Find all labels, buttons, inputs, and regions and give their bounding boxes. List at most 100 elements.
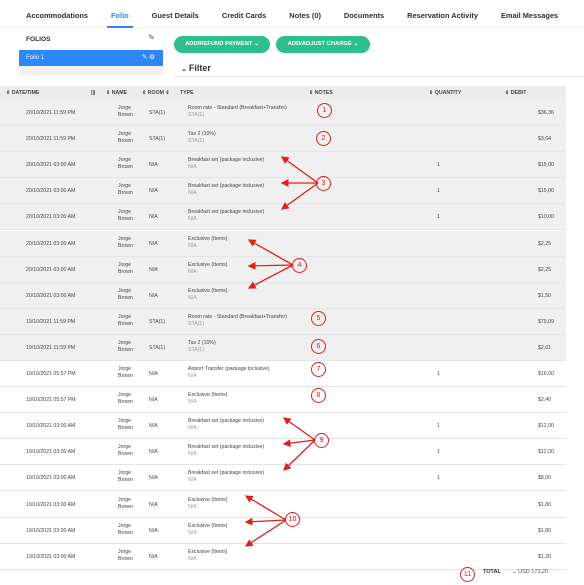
cell-first-name: Jorge [118, 366, 131, 372]
col-room[interactable]: ⇕ ROOM ⇕ [142, 86, 170, 100]
table-row[interactable]: 19/10/2021 03:00 AM Jorge Brown N/A Exclusiv… [0, 491, 566, 518]
folio-list-item[interactable]: Folio 1 ✎ ⚙ [19, 50, 163, 66]
folios-heading: FOLIOS [26, 36, 51, 43]
cell-room: N/A [149, 475, 158, 482]
cell-last-name: Brown [118, 373, 133, 379]
cell-last-name: Brown [118, 399, 133, 406]
cell-last-name: Brown [118, 190, 133, 197]
cell-datetime: 19/10/2021 11:59 PM [26, 318, 76, 325]
cell-first-name: Jorge [118, 548, 131, 555]
cell-debit: $10,00 [538, 214, 554, 221]
cell-quantity: 1 [437, 423, 440, 430]
tab-reservation-activity[interactable]: Reservation Activity [407, 0, 478, 28]
chevron-down-icon: ⌄ [353, 41, 359, 47]
pencil-icon[interactable]: ✎ [142, 54, 147, 61]
col-debit[interactable]: ⇕ DEBIT [505, 86, 526, 100]
table-row[interactable]: 20/10/2021 03:00 AM Jorge Brown N/A Breakfas… [0, 152, 566, 179]
tab-notes[interactable]: Notes (0) [289, 0, 321, 28]
cell-datetime: 19/10/2021 03:00 AM [26, 475, 76, 482]
callout-1: 1 [317, 103, 332, 118]
cell-first-name: Jorge [118, 183, 131, 190]
cell-first-name: Jorge [118, 496, 131, 503]
cell-first-name: Jorge [118, 418, 131, 425]
table-row[interactable]: 19/10/2021 11:59 PM Jorge Brown STA(1) Tax 2… [0, 334, 566, 361]
table-row[interactable]: 20/10/2021 03:00 AM Jorge Brown N/A Exclusiv… [0, 230, 566, 257]
tab-documents[interactable]: Documents [344, 0, 384, 28]
col-type[interactable]: TYPE [180, 86, 194, 100]
cell-last-name: Brown [118, 216, 133, 223]
cell-room: N/A [149, 501, 158, 508]
cell-type-sub: N/A [188, 555, 197, 562]
col-datetime[interactable]: ⇕ DATE/TIME [6, 86, 39, 100]
callout-10: 10 [285, 512, 300, 527]
cell-datetime: 19/10/2021 05:57 PM [26, 371, 76, 377]
chevron-down-icon: ⌄ [512, 569, 517, 575]
table-row[interactable]: 20/10/2021 03:00 AM Jorge Brown N/A Breakfas… [0, 178, 566, 205]
table-row[interactable]: 19/10/2021 05:57 PM Jorge Brown N/A Exclusiv… [0, 387, 566, 414]
cell-room: STA(1) [149, 110, 166, 116]
cell-room: N/A [149, 527, 158, 534]
table-row[interactable]: 19/10/2021 03:00 AM Jorge Brown N/A Exclusiv… [0, 517, 566, 544]
tab-credit-cards[interactable]: Credit Cards [222, 0, 266, 28]
cell-type-sub: STA(1) [188, 112, 205, 118]
cell-type: Exclusive (Items) [188, 287, 228, 294]
filter-divider [174, 76, 584, 77]
col-notes[interactable]: ⇕ NOTES [309, 86, 333, 100]
cell-type: Exclusive (Items) [188, 235, 228, 242]
folio-list-spacer [19, 66, 163, 75]
table-row[interactable]: 19/10/2021 05:57 PM Jorge Brown N/A Airport … [0, 361, 566, 387]
callout-7: 7 [311, 362, 326, 377]
table-row[interactable]: 20/10/2021 03:00 AM Jorge Brown N/A Exclusiv… [0, 256, 566, 283]
cell-debit: $2,40 [538, 397, 551, 404]
add-refund-payment-label: ADD/REFUND PAYMENT [185, 41, 253, 47]
table-row[interactable]: 19/10/2021 03:00 AM Jorge Brown N/A Breakfas… [0, 413, 566, 440]
col-name-label: NAME [111, 90, 128, 96]
filter-label: Filter [188, 63, 211, 73]
cell-last-name: Brown [118, 320, 133, 327]
table-row[interactable]: 19/10/2021 03:00 AM Jorge Brown N/A Breakfas… [0, 465, 566, 492]
col-datetime-label: DATE/TIME [11, 90, 40, 96]
gear-icon[interactable]: ⚙ [149, 54, 155, 61]
table-row[interactable]: 19/10/2021 11:59 PM Jorge Brown STA(1) Room … [0, 308, 566, 335]
tab-email-messages[interactable]: Email Messages [501, 0, 558, 28]
folio-page: Accommodations Folio Guest Details Credi… [0, 0, 584, 585]
table-row[interactable]: 20/10/2021 11:59 PM Jorge Brown STA(1) Tax 2… [0, 126, 566, 153]
cell-type: Breakfast set (package inclusive) [188, 470, 265, 477]
table-row[interactable]: 19/10/2021 03:00 AM Jorge Brown N/A Breakfas… [0, 439, 566, 466]
add-adjust-charge-button[interactable]: ADD/ADJUST CHARGE ⌄ [276, 36, 370, 53]
callout-2: 2 [316, 131, 331, 146]
pencil-icon[interactable]: ✎ [148, 33, 155, 42]
table-row[interactable]: 20/10/2021 11:59 PM Jorge Brown STA(1) Room … [0, 100, 566, 126]
cell-debit: $16,00 [538, 371, 554, 377]
col-quantity[interactable]: ⇕ QUANTITY [429, 86, 461, 100]
tab-folio[interactable]: Folio [107, 0, 133, 28]
cell-last-name: Brown [118, 112, 133, 118]
cell-debit: $2,01 [538, 344, 551, 351]
tab-bar: Accommodations Folio Guest Details Credi… [0, 0, 584, 28]
cell-last-name: Brown [118, 268, 133, 275]
cell-type-sub: STA(1) [188, 138, 205, 145]
tab-guest-details[interactable]: Guest Details [152, 0, 199, 28]
col-name[interactable]: ⇕ NAME [106, 86, 127, 100]
add-refund-payment-button[interactable]: ADD/REFUND PAYMENT ⌄ [174, 36, 270, 53]
total-label: TOTAL [483, 569, 501, 575]
cell-type-sub: N/A [188, 373, 197, 379]
cell-first-name: Jorge [118, 105, 131, 111]
cell-debit: $15,00 [538, 162, 554, 169]
cell-first-name: Jorge [118, 261, 131, 268]
cell-type-sub: N/A [188, 294, 197, 301]
table-row[interactable]: 20/10/2021 03:00 AM Jorge Brown N/A Breakfas… [0, 204, 566, 231]
tab-accommodations[interactable]: Accommodations [26, 0, 88, 28]
table-row[interactable]: 20/10/2021 03:00 AM Jorge Brown N/A Exclusiv… [0, 282, 566, 309]
cell-datetime: 19/10/2021 05:57 PM [26, 397, 76, 404]
cell-type-sub: N/A [188, 451, 197, 458]
cell-last-name: Brown [118, 138, 133, 145]
filter-toggle[interactable]: ⌄ Filter [181, 63, 211, 73]
table-row[interactable]: 19/10/2021 03:00 AM Jorge Brown N/A Exclusiv… [0, 543, 566, 570]
cell-type: Exclusive (Items) [188, 261, 228, 268]
cell-debit: $1,50 [538, 292, 551, 299]
cell-first-name: Jorge [118, 287, 131, 294]
cell-datetime: 20/10/2021 03:00 AM [26, 292, 76, 299]
cell-type-sub: N/A [188, 477, 197, 484]
cell-debit: $2,25 [538, 266, 551, 273]
